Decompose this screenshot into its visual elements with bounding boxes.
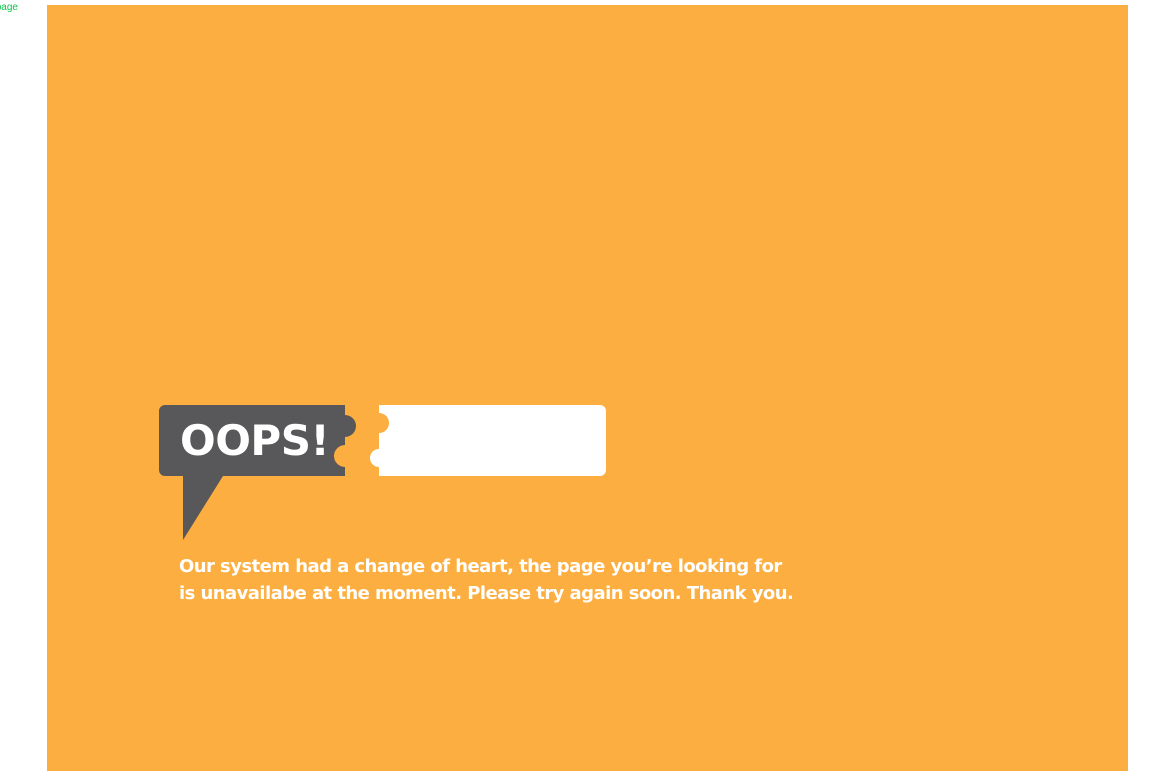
error-panel: OOPS! Our system had a change of heart, … xyxy=(47,5,1128,771)
error-message: Our system had a change of heart, the pa… xyxy=(179,553,794,607)
error-message-line-2: is unavailabe at the moment. Please try … xyxy=(179,583,794,604)
puzzle-piece-icon xyxy=(370,405,606,476)
error-message-line-1: Our system had a change of heart, the pa… xyxy=(179,556,782,577)
orange-background xyxy=(47,5,1128,771)
oops-title: OOPS! xyxy=(180,416,330,465)
error-illustration xyxy=(47,5,1128,771)
broken-image-alt-text: page xyxy=(0,2,18,13)
